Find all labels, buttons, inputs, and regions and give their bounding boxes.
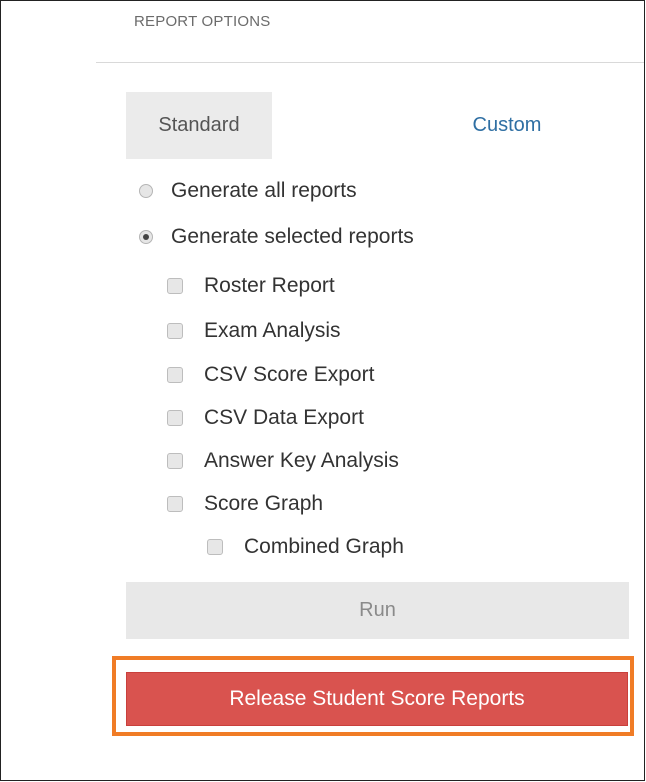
generate-all-label: Generate all reports [171, 179, 357, 202]
report-label: CSV Data Export [204, 406, 364, 429]
generate-all-option[interactable]: Generate all reports [139, 179, 357, 203]
checkbox[interactable] [167, 410, 183, 426]
section-title: REPORT OPTIONS [134, 13, 271, 30]
report-checkbox-score-graph[interactable]: Score Graph [167, 492, 323, 516]
report-label: Score Graph [204, 492, 324, 515]
checkbox[interactable] [207, 539, 223, 555]
generate-all-radio[interactable] [139, 184, 153, 198]
checkbox[interactable] [167, 453, 183, 469]
checkbox[interactable] [167, 323, 183, 339]
checkbox[interactable] [167, 496, 183, 512]
generate-selected-label: Generate selected reports [171, 225, 414, 248]
generate-selected-option[interactable]: Generate selected reports [139, 225, 414, 249]
checkbox[interactable] [167, 278, 183, 294]
report-checkbox-roster[interactable]: Roster Report [167, 274, 335, 298]
report-label: Combined Graph [244, 535, 404, 558]
report-checkbox-combined-graph[interactable]: Combined Graph [207, 535, 404, 559]
report-checkbox-answer-key-analysis[interactable]: Answer Key Analysis [167, 449, 399, 473]
checkbox[interactable] [167, 367, 183, 383]
report-label: CSV Score Export [204, 363, 375, 386]
tab-standard[interactable]: Standard [126, 92, 272, 159]
release-score-reports-button[interactable]: Release Student Score Reports [126, 672, 628, 726]
report-options-panel: REPORT OPTIONS Standard Custom Generate … [0, 0, 645, 781]
report-checkbox-csv-data-export[interactable]: CSV Data Export [167, 406, 364, 430]
report-label: Answer Key Analysis [204, 449, 399, 472]
report-checkbox-csv-score-export[interactable]: CSV Score Export [167, 363, 374, 387]
generate-selected-radio[interactable] [139, 230, 153, 244]
divider [96, 62, 644, 63]
report-label: Roster Report [204, 274, 335, 297]
run-button[interactable]: Run [126, 582, 629, 639]
report-label: Exam Analysis [204, 319, 341, 342]
report-checkbox-exam-analysis[interactable]: Exam Analysis [167, 319, 341, 343]
tab-custom[interactable]: Custom [437, 92, 577, 159]
